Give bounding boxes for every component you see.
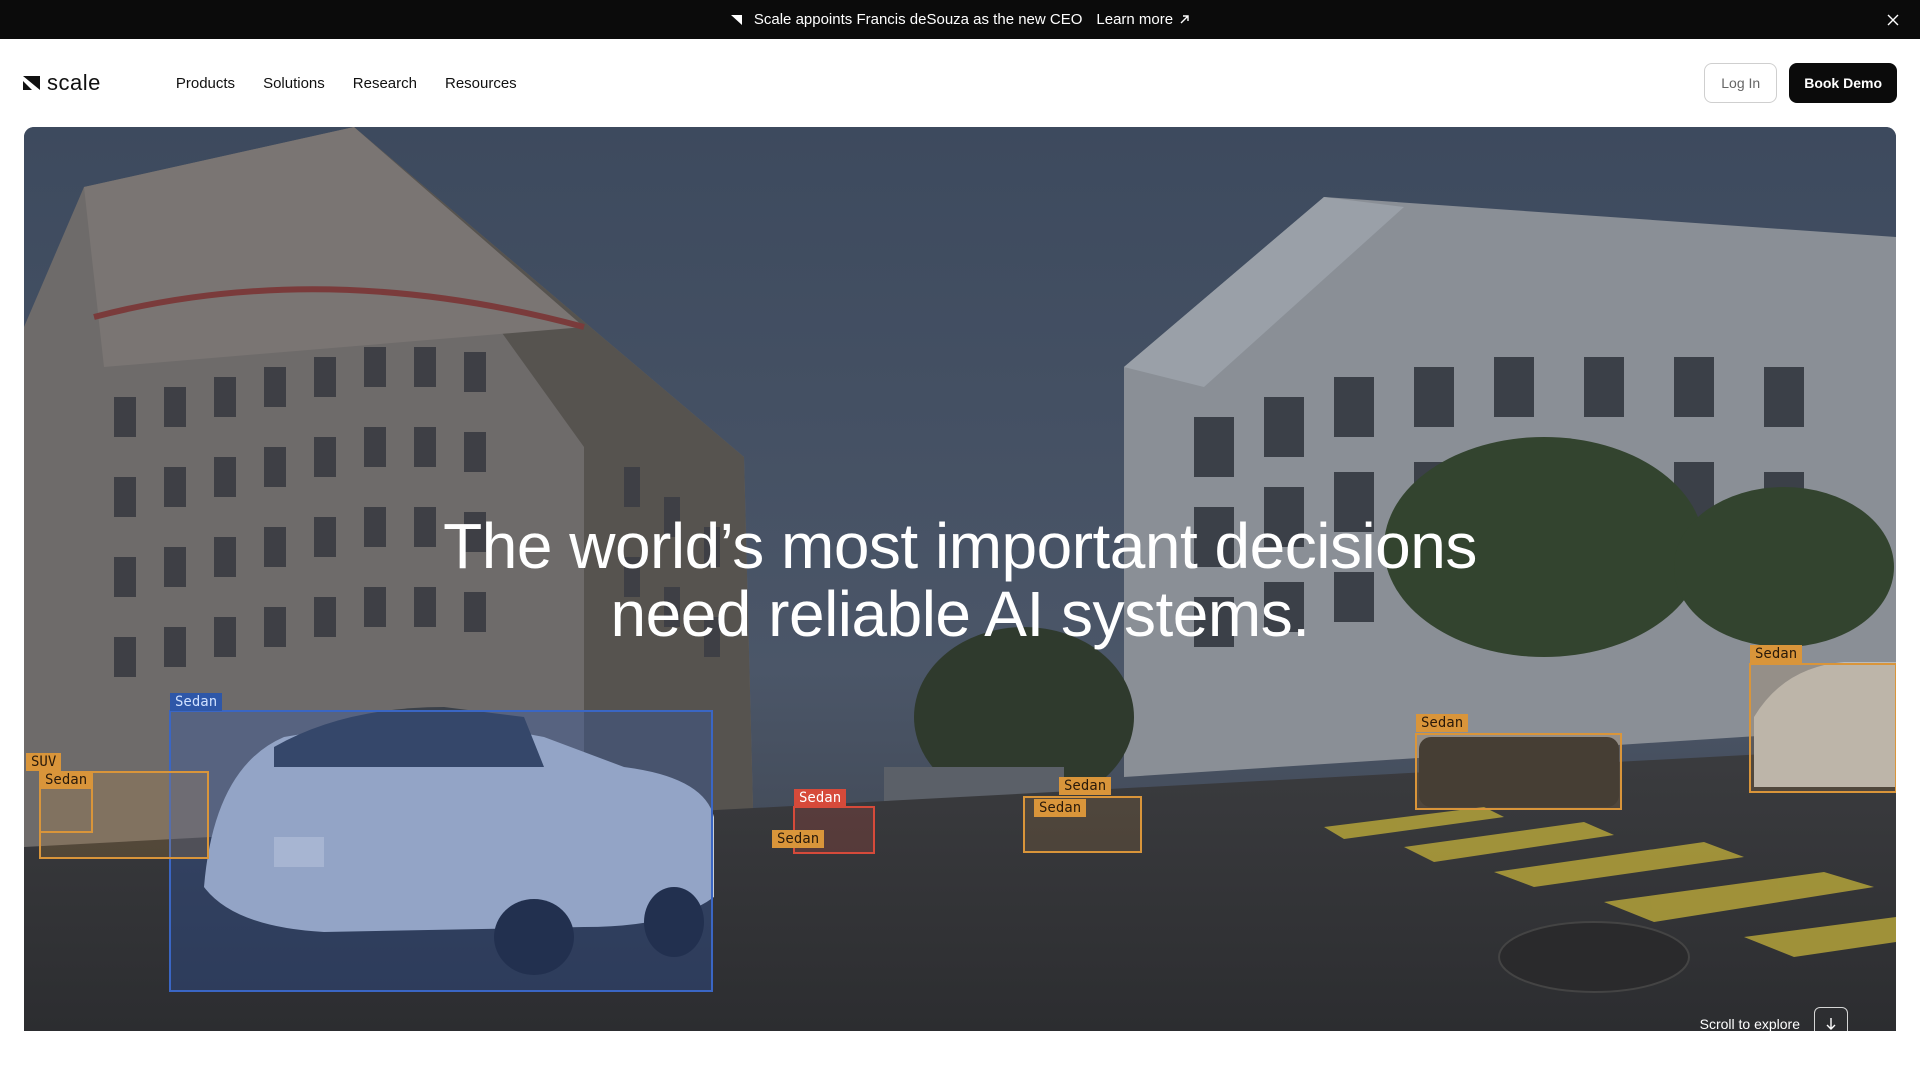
hero-section: Sedan SUV Sedan Sedan Sedan Sedan Sedan … xyxy=(24,127,1896,1031)
bbox-label-sedan-red-lower: Sedan xyxy=(772,830,825,848)
announcement-bar: Scale appoints Francis deSouza as the ne… xyxy=(0,0,1920,39)
bbox-label-sedan-right-mid: Sedan xyxy=(1416,714,1469,732)
nav-solutions[interactable]: Solutions xyxy=(263,75,325,92)
bbox-label-suv: SUV xyxy=(26,753,62,771)
bbox-label-sedan-main: Sedan xyxy=(170,693,223,711)
main-nav: Products Solutions Research Resources xyxy=(176,75,517,92)
scale-logo-icon xyxy=(23,76,40,90)
site-header: scale Products Solutions Research Resour… xyxy=(0,39,1920,127)
bbox-label-sedan-left: Sedan xyxy=(40,771,93,789)
arrow-down-icon xyxy=(1826,1018,1836,1030)
hero-title: The world’s most important decisions nee… xyxy=(24,512,1896,648)
nav-resources[interactable]: Resources xyxy=(445,75,517,92)
bbox-label-sedan-mid-top: Sedan xyxy=(1059,777,1112,795)
hero-title-line-1: The world’s most important decisions xyxy=(443,510,1477,582)
nav-research[interactable]: Research xyxy=(353,75,417,92)
close-icon xyxy=(1887,14,1899,26)
logo-text: scale xyxy=(47,70,101,95)
announcement-content: Scale appoints Francis deSouza as the ne… xyxy=(730,11,1190,28)
scroll-down-button[interactable] xyxy=(1814,1007,1848,1031)
bbox-label-sedan-red: Sedan xyxy=(794,789,847,807)
nav-products[interactable]: Products xyxy=(176,75,235,92)
scroll-label: Scroll to explore xyxy=(1699,1016,1800,1031)
book-demo-button[interactable]: Book Demo xyxy=(1789,63,1897,103)
learn-more-link[interactable]: Learn more xyxy=(1096,11,1190,28)
scroll-hint[interactable]: Scroll to explore xyxy=(1700,1007,1848,1031)
scale-logo[interactable]: scale xyxy=(23,70,101,96)
login-button[interactable]: Log In xyxy=(1704,63,1778,103)
bbox-label-sedan-mid-bottom: Sedan xyxy=(1034,799,1087,817)
hero-title-line-2: need reliable AI systems. xyxy=(610,578,1310,650)
announcement-text: Scale appoints Francis deSouza as the ne… xyxy=(753,11,1083,28)
arrow-up-right-icon xyxy=(1180,15,1189,24)
learn-more-label: Learn more xyxy=(1096,11,1174,28)
scale-mark-icon xyxy=(730,14,742,25)
header-actions: Log In Book Demo xyxy=(1704,63,1897,103)
close-announcement-button[interactable] xyxy=(1882,9,1904,31)
